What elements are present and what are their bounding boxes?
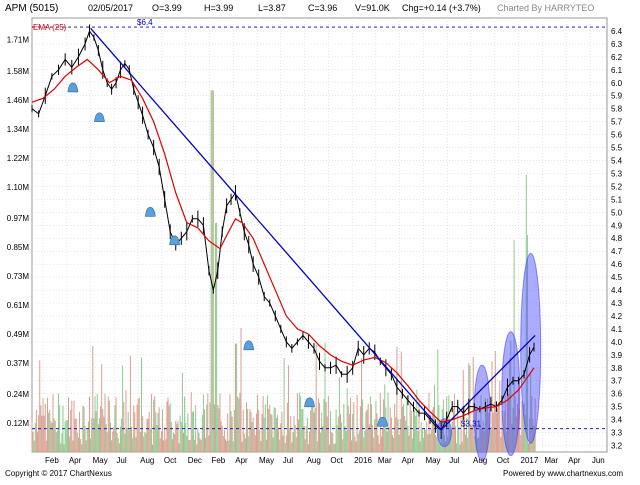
time-tick-label: Oct	[497, 456, 510, 465]
reference-label: $3.31	[461, 420, 482, 429]
time-tick-label: Jul	[449, 456, 459, 465]
price-tick-label: 6.2	[611, 53, 623, 62]
time-tick-label: May	[259, 456, 274, 465]
price-tick-label: 3.4	[611, 416, 623, 425]
time-tick-label: Jun	[592, 456, 605, 465]
highlight-ellipse	[473, 364, 491, 462]
header-open: O=3.99	[152, 3, 182, 13]
time-tick-label: Feb	[211, 456, 225, 465]
time-tick-label: Apr	[402, 456, 415, 465]
time-tick-label: Mar	[378, 456, 392, 465]
time-tick-label: 2016	[354, 456, 372, 465]
volume-tick-label: 0.97M	[7, 214, 30, 223]
volume-tick-label: 1.22M	[7, 154, 30, 163]
header-charted-by: Charted By HARRYTEO	[497, 3, 594, 13]
time-tick-label: Mar	[544, 456, 558, 465]
price-tick-label: 4.2	[611, 312, 623, 321]
time-tick-label: May	[93, 456, 108, 465]
ema-label: EMA (25)	[33, 23, 67, 32]
price-tick-label: 6.0	[611, 79, 623, 88]
header-change: Chg=+0.14 (+3.7%)	[402, 3, 481, 13]
time-tick-label: Jul	[116, 456, 126, 465]
price-tick-label: 3.8	[611, 364, 623, 373]
price-tick-label: 4.4	[611, 286, 623, 295]
volume-tick-label: 0.73M	[7, 272, 30, 281]
price-tick-label: 5.6	[611, 131, 623, 140]
time-tick-label: 2017	[521, 456, 539, 465]
chart-canvas: $6.4 $3.31 3.2 3.3 3.4 3.5 3.6 3.7 3.8 3.9 4.0 4.1…	[5, 3, 623, 478]
price-tick-label: 5.8	[611, 105, 623, 114]
price-tick-label: 3.6	[611, 390, 623, 399]
header-volume: V=91.0K	[355, 3, 390, 13]
volume-tick-label: 0.24M	[7, 390, 30, 399]
volume-tick-label: 0.12M	[7, 419, 30, 428]
price-tick-label: 4.0	[611, 338, 623, 347]
price-tick-label: 4.9	[611, 221, 623, 230]
footer-powered-by: Powered by www.chartnexus.com	[503, 469, 623, 478]
highlight-ellipse	[520, 252, 542, 444]
price-tick-label: 4.6	[611, 260, 623, 269]
price-tick-label: 3.5	[611, 403, 623, 412]
header-date: 02/05/2017	[88, 3, 133, 13]
price-tick-label: 5.4	[611, 157, 623, 166]
time-tick-label: Apr	[69, 456, 82, 465]
time-tick-label: Apr	[568, 456, 581, 465]
price-tick-label: 3.2	[611, 442, 623, 451]
price-tick-label: 5.0	[611, 208, 623, 217]
reference-label: $6.4	[137, 18, 153, 27]
volume-tick-label: 1.10M	[7, 183, 30, 192]
time-tick-label: Aug	[307, 456, 321, 465]
price-tick-label: 4.5	[611, 273, 623, 282]
volume-tick-label: 0.61M	[7, 301, 30, 310]
price-tick-label: 5.7	[611, 118, 623, 127]
time-tick-label: Aug	[140, 456, 154, 465]
header-high: H=3.99	[204, 3, 233, 13]
price-tick-label: 4.8	[611, 234, 623, 243]
volume-tick-label: 1.71M	[7, 36, 30, 45]
price-tick-label: 5.1	[611, 195, 623, 204]
price-tick-label: 5.5	[611, 144, 623, 153]
price-tick-label: 6.1	[611, 66, 623, 75]
price-tick-label: 3.3	[611, 429, 623, 438]
time-tick-label: Oct	[164, 456, 177, 465]
time-tick-label: Oct	[330, 456, 343, 465]
price-tick-label: 4.3	[611, 299, 623, 308]
volume-tick-label: 0.37M	[7, 359, 30, 368]
price-tick-label: 6.3	[611, 40, 623, 49]
time-tick-label: May	[425, 456, 440, 465]
price-tick-label: 5.2	[611, 182, 623, 191]
volume-tick-label: 1.58M	[7, 67, 30, 76]
price-tick-label: 4.1	[611, 325, 623, 334]
time-tick-label: Feb	[45, 456, 59, 465]
header-close: C=3.96	[308, 3, 337, 13]
time-tick-label: Apr	[235, 456, 248, 465]
price-tick-label: 6.4	[611, 27, 623, 36]
price-tick-label: 3.7	[611, 377, 623, 386]
header-symbol: APM (5015)	[5, 3, 58, 14]
price-tick-label: 5.9	[611, 92, 623, 101]
volume-tick-label: 1.34M	[7, 125, 30, 134]
price-tick-label: 3.9	[611, 351, 623, 360]
price-tick-label: 4.7	[611, 247, 623, 256]
stock-chart: $6.4 $3.31 3.2 3.3 3.4 3.5 3.6 3.7 3.8 3.9 4.0 4.1…	[0, 0, 640, 480]
time-tick-label: Jul	[283, 456, 293, 465]
volume-tick-label: 0.49M	[7, 330, 30, 339]
time-tick-label: Dec	[188, 456, 202, 465]
time-tick-label: Aug	[473, 456, 487, 465]
volume-tick-label: 1.46M	[7, 96, 30, 105]
volume-tick-label: 0.85M	[7, 243, 30, 252]
header-low: L=3.87	[258, 3, 286, 13]
price-tick-label: 5.3	[611, 169, 623, 178]
footer-copyright: Copyright © 2017 ChartNexus	[5, 469, 112, 478]
